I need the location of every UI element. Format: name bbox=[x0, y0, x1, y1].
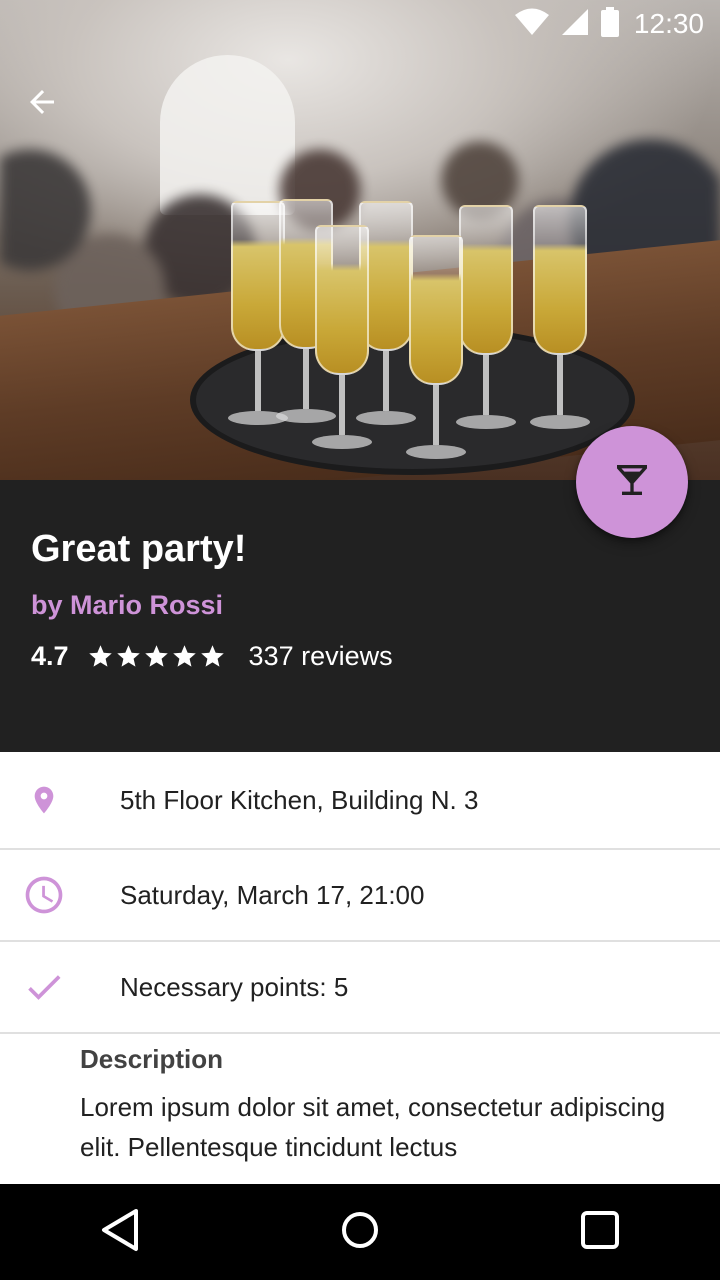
status-bar: 12:30 bbox=[0, 0, 720, 48]
nav-home-button[interactable] bbox=[300, 1184, 420, 1280]
points-row: Necessary points: 5 bbox=[0, 942, 720, 1034]
rating-value: 4.7 bbox=[31, 640, 69, 671]
cocktail-fab-button[interactable] bbox=[576, 426, 688, 538]
system-nav-bar bbox=[0, 1184, 720, 1280]
glass bbox=[456, 205, 516, 429]
glass bbox=[406, 235, 466, 459]
star-icon bbox=[116, 644, 140, 667]
glass bbox=[530, 205, 590, 429]
location-pin-icon bbox=[0, 784, 88, 816]
event-host-link[interactable]: by Mario Rossi bbox=[31, 590, 223, 621]
cell-signal-icon bbox=[560, 8, 590, 41]
event-title: Great party! bbox=[31, 528, 247, 570]
star-icon bbox=[144, 644, 168, 667]
location-text: 5th Floor Kitchen, Building N. 3 bbox=[120, 784, 479, 815]
wifi-icon bbox=[514, 8, 550, 41]
description-body: Lorem ipsum dolor sit amet, consectetur … bbox=[80, 1092, 666, 1162]
battery-icon bbox=[600, 6, 620, 42]
cocktail-glass-icon bbox=[612, 460, 652, 505]
rating-stars bbox=[87, 643, 227, 670]
glass bbox=[312, 225, 372, 449]
nav-recents-button[interactable] bbox=[540, 1184, 660, 1280]
arrow-back-icon bbox=[24, 84, 60, 125]
datetime-text: Saturday, March 17, 21:00 bbox=[120, 879, 425, 910]
star-icon bbox=[88, 644, 112, 667]
recents-square-icon bbox=[580, 1210, 620, 1255]
location-row[interactable]: 5th Floor Kitchen, Building N. 3 bbox=[0, 752, 720, 850]
description-title: Description bbox=[80, 1044, 224, 1074]
nav-back-button[interactable] bbox=[60, 1184, 180, 1280]
datetime-row[interactable]: Saturday, March 17, 21:00 bbox=[0, 850, 720, 942]
champagne-glasses bbox=[225, 195, 605, 459]
hero-image bbox=[0, 0, 720, 480]
back-triangle-icon bbox=[100, 1208, 140, 1257]
points-text: Necessary points: 5 bbox=[120, 971, 349, 1002]
clock-icon bbox=[0, 873, 88, 917]
back-button[interactable] bbox=[24, 80, 88, 128]
description-section: Description Lorem ipsum dolor sit amet, … bbox=[80, 1034, 680, 1167]
status-time: 12:30 bbox=[633, 8, 704, 39]
rating-row: 4.7 337 reviews bbox=[31, 638, 393, 674]
reviews-count[interactable]: 337 reviews bbox=[249, 641, 393, 672]
star-icon bbox=[172, 644, 196, 667]
home-circle-icon bbox=[340, 1210, 380, 1255]
check-icon bbox=[0, 965, 88, 1009]
star-icon bbox=[200, 644, 224, 667]
glass bbox=[228, 201, 288, 425]
